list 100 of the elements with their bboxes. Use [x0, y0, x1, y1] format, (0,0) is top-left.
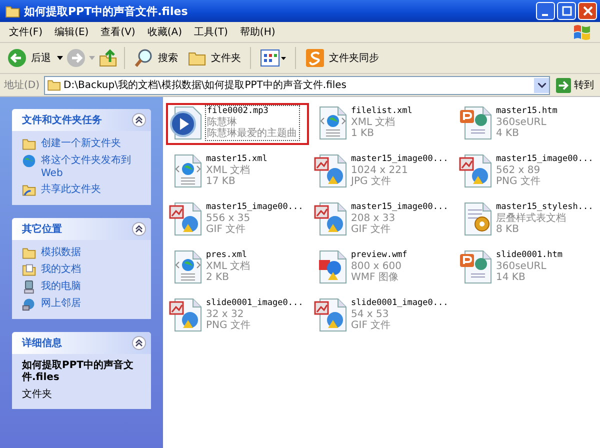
minimize-button[interactable]: [536, 2, 555, 20]
search-icon: [134, 48, 154, 68]
file-name: master15_stylesh...: [496, 202, 594, 212]
file-detail: GIF 文件: [351, 320, 392, 331]
file-name: slide0001.htm: [496, 250, 563, 261]
image-file-icon: [314, 154, 348, 188]
folder-icon: [22, 246, 36, 260]
address-field[interactable]: D:\Backup\我的文档\模拟数据\如何提取PPT中的声音文件.files: [44, 76, 550, 94]
file-item[interactable]: slide0001_image0... 54 x 53 GIF 文件: [311, 295, 454, 337]
file-detail: GIF 文件: [351, 224, 392, 235]
image-file-icon: [169, 298, 203, 332]
file-name: slide0001_image0...: [206, 298, 304, 309]
chevron-down-icon: [538, 82, 546, 88]
file-name: master15.xml: [206, 154, 268, 164]
collapse-icon[interactable]: [132, 113, 146, 127]
go-arrow-icon: [556, 78, 571, 92]
search-button[interactable]: 搜索: [131, 45, 181, 71]
up-folder-icon[interactable]: [98, 48, 118, 68]
folder-sync-button[interactable]: 文件夹同步: [302, 45, 382, 71]
image-file-icon: [169, 202, 203, 236]
task-link[interactable]: 共享此文件夹: [41, 183, 101, 196]
file-name: slide0001_image0...: [351, 298, 448, 309]
file-item[interactable]: preview.wmf 800 x 600 WMF 图像: [311, 247, 454, 289]
file-detail: 32 x 32: [206, 309, 245, 320]
file-name: master15_image00...: [496, 154, 594, 165]
close-icon: [582, 6, 592, 16]
close-button[interactable]: [578, 2, 597, 20]
file-detail: 1 KB: [351, 128, 375, 139]
task-link[interactable]: 将这个文件夹发布到 Web: [41, 154, 143, 180]
menu-item[interactable]: 工具(T): [188, 23, 234, 41]
sync-icon: [305, 48, 325, 68]
file-item[interactable]: master15_stylesh... 层叠样式表文档 8 KB: [456, 199, 599, 241]
file-name: pres.xml: [206, 250, 248, 260]
file-name: master15_image00...: [351, 154, 448, 165]
file-item[interactable]: slide0001_image0... 32 x 32 PNG 文件: [166, 295, 309, 337]
task-link[interactable]: 模拟数据: [41, 246, 81, 259]
file-item[interactable]: slide0001.htm 360seURL 14 KB: [456, 247, 599, 289]
menu-item[interactable]: 编辑(E): [48, 23, 95, 41]
file-item[interactable]: master15.htm 360seURL 4 KB: [456, 103, 599, 145]
file-detail: 208 x 33: [351, 213, 396, 224]
image-file-icon: [459, 154, 493, 188]
file-name: master15_image00...: [206, 202, 304, 213]
image-file-icon: [314, 202, 348, 236]
dropdown-button[interactable]: [534, 78, 549, 92]
file-detail: WMF 图像: [351, 272, 400, 283]
folder-name: 如何提取PPT中的声音文件.files: [22, 360, 134, 384]
task-link[interactable]: 创建一个新文件夹: [41, 137, 121, 150]
go-button[interactable]: 转到: [554, 78, 596, 92]
windows-flag-icon: [572, 23, 592, 41]
folders-button[interactable]: 文件夹: [184, 45, 244, 71]
file-item[interactable]: filelist.xml XML 文档 1 KB: [311, 103, 454, 145]
menu-item[interactable]: 帮助(H): [234, 23, 282, 41]
file-detail: 层叠样式表文档: [496, 213, 567, 224]
caret-icon[interactable]: [57, 56, 63, 60]
minimize-icon: [542, 14, 548, 16]
file-detail: 800 x 600: [351, 261, 402, 272]
file-item[interactable]: master15_image00... 562 x 89 PNG 文件: [456, 151, 599, 193]
back-button[interactable]: 后退: [4, 45, 54, 71]
file-detail: 陈慧琳: [207, 117, 237, 128]
maximize-icon: [562, 6, 572, 16]
media-file-icon: [169, 106, 203, 140]
web-page-icon: [459, 106, 493, 140]
shared-folder-icon: [22, 183, 36, 197]
file-item[interactable]: master15.xml XML 文档 17 KB: [166, 151, 309, 193]
image-file-icon: [314, 298, 348, 332]
file-detail: 360seURL: [496, 117, 548, 128]
file-item[interactable]: master15_image00... 208 x 33 GIF 文件: [311, 199, 454, 241]
file-detail: 8 KB: [496, 224, 520, 235]
menu-item[interactable]: 查看(V): [94, 23, 142, 41]
collapse-icon[interactable]: [132, 222, 146, 236]
file-item[interactable]: file0002.mp3 陈慧琳 陈慧琳最爱的主题曲: [166, 103, 309, 145]
menu-item[interactable]: 收藏(A): [141, 23, 188, 41]
file-detail: XML 文档: [206, 165, 252, 176]
file-name: preview.wmf: [351, 250, 408, 261]
file-detail: 54 x 53: [351, 309, 390, 320]
file-detail: 陈慧琳最爱的主题曲: [207, 128, 297, 139]
folder-icon: [22, 137, 36, 151]
file-item[interactable]: pres.xml XML 文档 2 KB: [166, 247, 309, 289]
task-link[interactable]: 网上邻居: [41, 297, 81, 310]
task-link[interactable]: 我的文档: [41, 263, 81, 276]
file-detail: 4 KB: [496, 128, 520, 139]
file-detail: XML 文档: [351, 117, 396, 128]
panel-title: 详细信息: [22, 336, 62, 350]
window-title: 如何提取PPT中的声音文件.files: [24, 4, 189, 18]
folder-icon: [46, 79, 61, 91]
file-detail: 562 x 89: [496, 165, 542, 176]
task-link[interactable]: 我的电脑: [41, 280, 81, 293]
file-name: master15.htm: [496, 106, 558, 117]
maximize-button[interactable]: [557, 2, 576, 20]
file-detail: 17 KB: [206, 176, 236, 187]
file-item[interactable]: master15_image00... 556 x 35 GIF 文件: [166, 199, 309, 241]
globe-icon: [22, 154, 36, 168]
web-page-icon: [459, 250, 493, 284]
file-detail: 360seURL: [496, 261, 548, 272]
views-icon: [260, 48, 286, 68]
collapse-icon[interactable]: [132, 336, 146, 350]
menu-item[interactable]: 文件(F): [3, 23, 49, 41]
file-detail: GIF 文件: [206, 224, 247, 235]
file-item[interactable]: master15_image00... 1024 x 221 JPG 文件: [311, 151, 454, 193]
computer-icon: [22, 280, 36, 294]
